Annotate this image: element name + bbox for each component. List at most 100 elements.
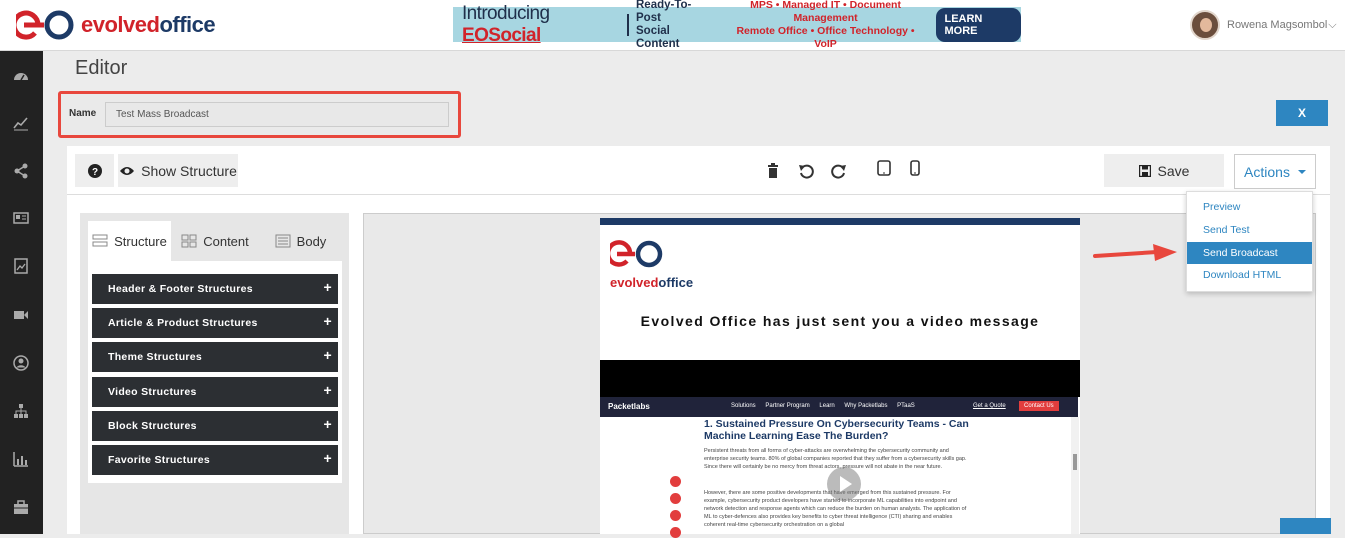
user-circle-icon[interactable] <box>11 353 31 373</box>
structure-item-label: Article & Product Structures <box>108 317 258 329</box>
page-title: Editor <box>75 57 128 79</box>
caret-down-icon <box>1297 169 1306 174</box>
sidebar <box>0 51 43 534</box>
video-site-nav: Packetlabs Solutions Partner Program Lea… <box>600 397 1078 417</box>
name-input[interactable]: Test Mass Broadcast <box>105 102 449 127</box>
question-icon: ? <box>87 163 102 178</box>
image-icon[interactable] <box>11 256 31 276</box>
structure-item-article-product[interactable]: Article & Product Structures + <box>92 308 338 338</box>
tab-body-label: Body <box>296 233 327 249</box>
user-name[interactable]: Rowena Magsombol <box>1227 19 1327 31</box>
video-nav-link: Solutions <box>731 403 756 409</box>
linkedin-icon <box>670 493 681 504</box>
trash-icon[interactable] <box>765 163 781 179</box>
eosocial-banner[interactable]: Introducing EOSocial Ready-To-Post Socia… <box>453 0 1021 50</box>
body-icon <box>275 234 291 248</box>
evolvedoffice-logo[interactable]: evolvedoffice <box>16 9 216 41</box>
tab-structure[interactable]: Structure <box>88 221 171 261</box>
plus-icon[interactable]: + <box>324 272 332 302</box>
user-menu-caret-icon[interactable]: ⌵ <box>1328 19 1336 32</box>
save-button[interactable]: Save <box>1104 154 1224 187</box>
plus-icon[interactable]: + <box>324 443 332 473</box>
chat-widget-button[interactable] <box>1280 518 1331 534</box>
floppy-disk-icon <box>1138 164 1151 177</box>
banner-intro: Introducing EOSocial <box>462 3 620 47</box>
tablet-icon[interactable] <box>876 160 892 176</box>
actions-dropdown[interactable]: Actions <box>1234 154 1316 189</box>
user-menu[interactable]: Rowena Magsombol ⌵ <box>1190 10 1337 40</box>
video-scrollbar <box>1071 417 1079 534</box>
email-logo-part2: office <box>658 275 694 290</box>
video-icon[interactable] <box>11 305 31 325</box>
logo-text-part2: office <box>159 12 216 37</box>
plus-icon[interactable]: + <box>324 409 332 439</box>
name-field-group: Name Test Mass Broadcast <box>58 91 461 138</box>
tab-content-label: Content <box>203 233 249 249</box>
close-editor-button[interactable]: X <box>1276 100 1328 126</box>
plus-icon[interactable]: + <box>324 306 332 336</box>
structure-item-favorite[interactable]: Favorite Structures + <box>92 445 338 475</box>
name-label: Name <box>69 108 97 119</box>
plus-icon[interactable]: + <box>324 340 332 370</box>
menu-item-send-broadcast[interactable]: Send Broadcast <box>1187 242 1312 264</box>
learn-more-button[interactable]: LEARN MORE <box>936 7 1021 42</box>
mobile-icon[interactable] <box>907 160 923 176</box>
structure-item-header-footer[interactable]: Header & Footer Structures + <box>92 274 338 304</box>
sitemap-icon[interactable] <box>11 401 31 421</box>
newspaper-icon[interactable] <box>11 208 31 228</box>
structure-icon <box>92 234 108 247</box>
logo-mark-icon <box>16 10 74 40</box>
undo-icon[interactable] <box>798 163 814 179</box>
redo-icon[interactable] <box>831 163 847 179</box>
show-structure-label: Show Structure <box>141 162 237 179</box>
video-site-logo: Packetlabs <box>608 402 650 411</box>
email-heading: Evolved Office has just sent you a video… <box>640 313 1040 329</box>
email-logo-mark-icon <box>605 240 663 268</box>
play-icon[interactable] <box>827 467 861 501</box>
structure-item-label: Block Structures <box>108 420 197 432</box>
menu-item-download-html[interactable]: Download HTML <box>1187 264 1312 286</box>
banner-tagline-line2: Social Content <box>636 24 680 50</box>
banner-services-line1: MPS • Managed IT • Document Management <box>750 0 901 24</box>
banner-tagline: Ready-To-Post Social Content <box>636 0 711 51</box>
video-article-title: 1. Sustained Pressure On Cybersecurity T… <box>704 418 969 442</box>
tab-structure-label: Structure <box>114 233 167 249</box>
video-nav-link: PTaaS <box>897 403 915 409</box>
bar-chart-icon[interactable] <box>11 449 31 469</box>
tab-body[interactable]: Body <box>259 221 342 261</box>
video-nav-link: Why Packetlabs <box>844 403 888 409</box>
menu-item-preview[interactable]: Preview <box>1187 196 1312 218</box>
dashboard-icon[interactable] <box>11 66 31 86</box>
actions-label: Actions <box>1244 163 1290 180</box>
share-icon[interactable] <box>11 161 31 181</box>
structure-item-theme[interactable]: Theme Structures + <box>92 342 338 372</box>
banner-services: MPS • Managed IT • Document Management R… <box>725 0 927 51</box>
tab-content[interactable]: Content <box>174 221 256 261</box>
twitter-icon <box>670 510 681 521</box>
video-site-links: Solutions Partner Program Learn Why Pack… <box>731 403 923 409</box>
chart-line-icon[interactable] <box>11 113 31 133</box>
briefcase-icon[interactable] <box>11 497 31 517</box>
help-button[interactable]: ? <box>75 154 114 187</box>
video-thumbnail: Packetlabs Solutions Partner Program Lea… <box>600 397 1080 538</box>
banner-services-line2: Remote Office • Office Technology • VoIP <box>736 24 915 50</box>
banner-intro-text: Introducing <box>462 2 550 24</box>
save-label: Save <box>1157 162 1190 179</box>
help-glyph: ? <box>91 167 97 178</box>
video-block[interactable]: Packetlabs Solutions Partner Program Lea… <box>600 360 1080 538</box>
grid-icon <box>181 234 197 248</box>
structure-item-video[interactable]: Video Structures + <box>92 377 338 407</box>
menu-item-send-test[interactable]: Send Test <box>1187 219 1312 241</box>
show-structure-button[interactable]: Show Structure <box>118 154 238 187</box>
video-contact-button: Contact Us <box>1019 401 1059 411</box>
structure-item-block[interactable]: Block Structures + <box>92 411 338 441</box>
actions-menu: Preview Send Test Send Broadcast Downloa… <box>1186 191 1313 292</box>
plus-icon[interactable]: + <box>324 375 332 405</box>
email-logo-text: evolvedoffice <box>610 275 693 290</box>
video-quote-link: Get a Quote <box>973 403 1006 409</box>
avatar[interactable] <box>1190 10 1220 40</box>
logo-text-part1: evolved <box>81 12 160 37</box>
banner-brand: EOSocial <box>462 24 541 46</box>
email-logo: evolvedoffice <box>605 240 693 290</box>
structure-item-label: Favorite Structures <box>108 454 210 466</box>
